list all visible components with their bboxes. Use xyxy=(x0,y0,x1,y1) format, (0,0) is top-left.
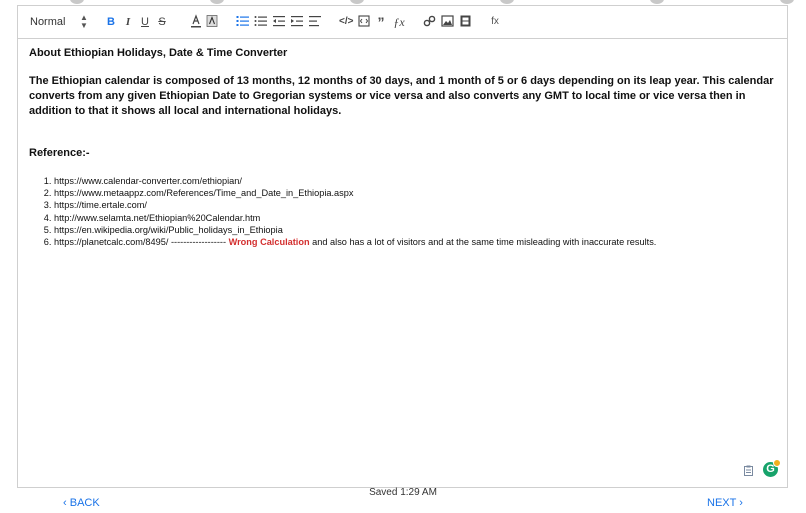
next-label: NEXT xyxy=(707,497,737,509)
align-button[interactable] xyxy=(308,14,322,30)
ref-prefix: https://planetcalc.com/8495/ -----------… xyxy=(54,237,227,248)
highlight-button[interactable] xyxy=(206,14,218,30)
saved-status: Saved 1:29 AM xyxy=(369,487,437,498)
formula-button[interactable]: ƒx xyxy=(392,14,406,30)
outdent-icon xyxy=(273,16,285,27)
editor-toolbar: Normal ▲ ▼ B I U S </> ” ƒx fx xyxy=(18,6,787,39)
format-select-value: Normal xyxy=(30,16,66,28)
code-block-button[interactable] xyxy=(358,14,370,30)
align-left-icon xyxy=(309,16,321,27)
back-button[interactable]: ‹ BACK xyxy=(63,497,100,509)
text-color-icon xyxy=(191,14,201,28)
list-item: https://planetcalc.com/8495/ -----------… xyxy=(54,236,781,248)
list-item: https://www.metaappz.com/References/Time… xyxy=(54,187,781,199)
next-button[interactable]: NEXT › xyxy=(707,497,743,509)
bold-icon: B xyxy=(107,16,115,28)
wrong-calculation-label: Wrong Calculation xyxy=(228,237,310,248)
chevron-right-icon: › xyxy=(736,497,743,509)
image-button[interactable] xyxy=(441,14,454,30)
code-button[interactable]: </> xyxy=(339,14,353,30)
indent-icon xyxy=(291,16,303,27)
code-block-icon xyxy=(358,15,370,27)
ordered-list-icon xyxy=(236,16,249,26)
highlight-icon xyxy=(206,15,218,27)
link-icon xyxy=(423,15,436,27)
blockquote-icon: ” xyxy=(377,14,385,30)
format-select[interactable]: Normal ▲ ▼ xyxy=(30,14,88,30)
underline-button[interactable]: U xyxy=(139,14,151,30)
strikethrough-icon: S xyxy=(158,16,166,28)
ordered-list-button[interactable] xyxy=(236,14,250,30)
image-icon xyxy=(441,15,454,27)
bold-button[interactable]: B xyxy=(105,14,117,30)
bullet-list-icon xyxy=(254,16,267,26)
fx-icon: fx xyxy=(491,16,499,27)
video-icon xyxy=(460,15,471,27)
text-color-button[interactable] xyxy=(190,14,202,30)
video-button[interactable] xyxy=(459,14,472,30)
outdent-button[interactable] xyxy=(272,14,286,30)
grammarly-icon[interactable]: G xyxy=(763,459,781,477)
formula-icon: ƒx xyxy=(393,15,405,29)
clipboard-icon[interactable] xyxy=(744,465,753,476)
code-icon: </> xyxy=(339,16,354,27)
list-item: https://en.wikipedia.org/wiki/Public_hol… xyxy=(54,224,781,236)
list-item: http://www.selamta.net/Ethiopian%20Calen… xyxy=(54,212,781,224)
chevron-left-icon: ‹ xyxy=(63,497,70,509)
notification-dot xyxy=(773,459,781,467)
select-arrows-icon: ▲ ▼ xyxy=(80,13,88,30)
indent-button[interactable] xyxy=(290,14,304,30)
bullet-list-button[interactable] xyxy=(254,14,268,30)
link-button[interactable] xyxy=(423,14,436,30)
italic-icon: I xyxy=(125,16,131,28)
back-label: BACK xyxy=(69,497,100,509)
reference-list: https://www.calendar-converter.com/ethio… xyxy=(29,175,781,248)
rich-text-editor: Normal ▲ ▼ B I U S </> ” ƒx fx About Eth… xyxy=(17,5,788,488)
list-item: https://www.calendar-converter.com/ethio… xyxy=(54,175,781,187)
ref-suffix: and also has a lot of visitors and at th… xyxy=(312,237,657,248)
content-title: About Ethiopian Holidays, Date & Time Co… xyxy=(29,47,288,59)
blockquote-button[interactable]: ” xyxy=(375,14,387,30)
list-item: https://time.ertale.com/ xyxy=(54,199,781,211)
editor-content[interactable]: About Ethiopian Holidays, Date & Time Co… xyxy=(29,46,781,248)
strikethrough-button[interactable]: S xyxy=(156,14,168,30)
underline-icon: U xyxy=(141,16,149,28)
reference-heading: Reference:- xyxy=(29,147,90,159)
partial-top-row xyxy=(0,0,806,4)
intro-paragraph: The Ethiopian calendar is composed of 13… xyxy=(29,75,774,117)
italic-button[interactable]: I xyxy=(122,14,134,30)
fx-button[interactable]: fx xyxy=(488,14,502,30)
